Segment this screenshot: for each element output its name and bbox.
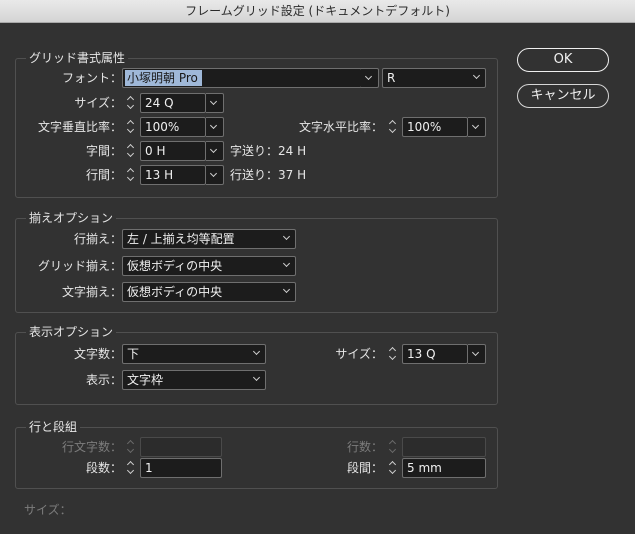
gutter-label: 段間： [346, 461, 383, 475]
line-spacing-label: 行間： [85, 168, 122, 182]
chevron-down-icon [282, 232, 291, 241]
gutter-input[interactable]: 5 mm [402, 458, 486, 478]
font-label: フォント： [61, 71, 122, 85]
line-spacing-dropdown-button[interactable] [206, 165, 224, 185]
char-count-value: 下 [127, 347, 140, 361]
line-advance-readout: 行送り：37 H [230, 168, 307, 182]
vscale-stepper[interactable] [123, 117, 139, 137]
view-size-label: サイズ： [335, 347, 383, 361]
line-align-label: 行揃え： [73, 232, 122, 246]
char-align-select[interactable]: 仮想ボディの中央 [122, 282, 296, 302]
font-input[interactable]: 小塚明朝 Pro [122, 68, 362, 88]
view-size-stepper[interactable] [385, 344, 401, 364]
lines-label: 行数： [346, 440, 383, 454]
columns-stepper[interactable] [123, 458, 139, 478]
line-spacing-stepper[interactable] [123, 165, 139, 185]
grid-align-label: グリッド揃え： [37, 259, 122, 273]
gutter-stepper[interactable] [385, 458, 401, 478]
display-label: 表示： [85, 373, 122, 387]
char-align-value: 仮想ボディの中央 [127, 285, 223, 299]
lines-stepper [385, 437, 401, 457]
vscale-label: 文字垂直比率： [37, 120, 122, 134]
view-size-dropdown-button[interactable] [468, 344, 486, 364]
char-spacing-value: 0 H [145, 144, 166, 158]
display-value: 文字枠 [127, 373, 164, 387]
alignment-title: 揃えオプション [26, 210, 117, 226]
chevron-down-icon [252, 347, 261, 356]
char-count-select[interactable]: 下 [122, 344, 266, 364]
display-select[interactable]: 文字枠 [122, 370, 266, 390]
ok-button[interactable]: OK [517, 48, 609, 72]
rows-columns-title: 行と段組 [26, 419, 81, 435]
grid-attributes-title: グリッド書式属性 [26, 50, 129, 66]
font-value: 小塚明朝 Pro [125, 70, 202, 86]
lines-input [402, 437, 486, 457]
hscale-value: 100% [407, 120, 442, 134]
hscale-dropdown-button[interactable] [468, 117, 486, 137]
grid-align-select[interactable]: 仮想ボディの中央 [122, 256, 296, 276]
font-dropdown-button[interactable] [361, 68, 379, 88]
columns-input[interactable]: 1 [140, 458, 222, 478]
chevron-down-icon [282, 259, 291, 268]
footer-size-label: サイズ： [24, 503, 72, 517]
columns-label: 段数： [85, 461, 122, 475]
hscale-input[interactable]: 100% [402, 117, 468, 137]
char-align-label: 文字揃え： [61, 285, 122, 299]
vscale-dropdown-button[interactable] [206, 117, 224, 137]
chevron-down-icon [252, 373, 261, 382]
chevron-down-icon [472, 71, 481, 80]
view-size-input[interactable]: 13 Q [402, 344, 468, 364]
line-spacing-value: 13 H [145, 168, 174, 182]
char-advance-readout: 字送り：24 H [230, 144, 307, 158]
chars-per-line-input [140, 437, 222, 457]
size-value: 24 Q [145, 96, 174, 110]
view-options-group: 表示オプション [15, 324, 498, 405]
line-align-select[interactable]: 左 / 上揃え均等配置 [122, 229, 296, 249]
font-style-select[interactable]: R [382, 68, 486, 88]
char-spacing-input[interactable]: 0 H [140, 141, 206, 161]
char-spacing-dropdown-button[interactable] [206, 141, 224, 161]
size-dropdown-button[interactable] [206, 93, 224, 113]
font-style-value: R [387, 71, 396, 85]
size-input[interactable]: 24 Q [140, 93, 206, 113]
view-options-title: 表示オプション [26, 324, 117, 340]
columns-value: 1 [145, 461, 153, 475]
chars-per-line-stepper [123, 437, 139, 457]
hscale-stepper[interactable] [385, 117, 401, 137]
cancel-button[interactable]: キャンセル [517, 84, 609, 108]
grid-align-value: 仮想ボディの中央 [127, 259, 223, 273]
chevron-down-icon [282, 285, 291, 294]
line-align-value: 左 / 上揃え均等配置 [127, 232, 235, 246]
char-spacing-stepper[interactable] [123, 141, 139, 161]
char-spacing-label: 字間： [85, 144, 122, 158]
hscale-label: 文字水平比率： [298, 120, 383, 134]
gutter-value: 5 mm [407, 461, 442, 475]
line-spacing-input[interactable]: 13 H [140, 165, 206, 185]
window-title: フレームグリッド設定 (ドキュメントデフォルト) [0, 0, 635, 23]
size-label: サイズ： [74, 96, 122, 110]
vscale-value: 100% [145, 120, 180, 134]
view-size-value: 13 Q [407, 347, 436, 361]
char-count-label: 文字数： [73, 347, 122, 361]
vscale-input[interactable]: 100% [140, 117, 206, 137]
chars-per-line-label: 行文字数： [61, 440, 122, 454]
size-stepper[interactable] [123, 93, 139, 113]
